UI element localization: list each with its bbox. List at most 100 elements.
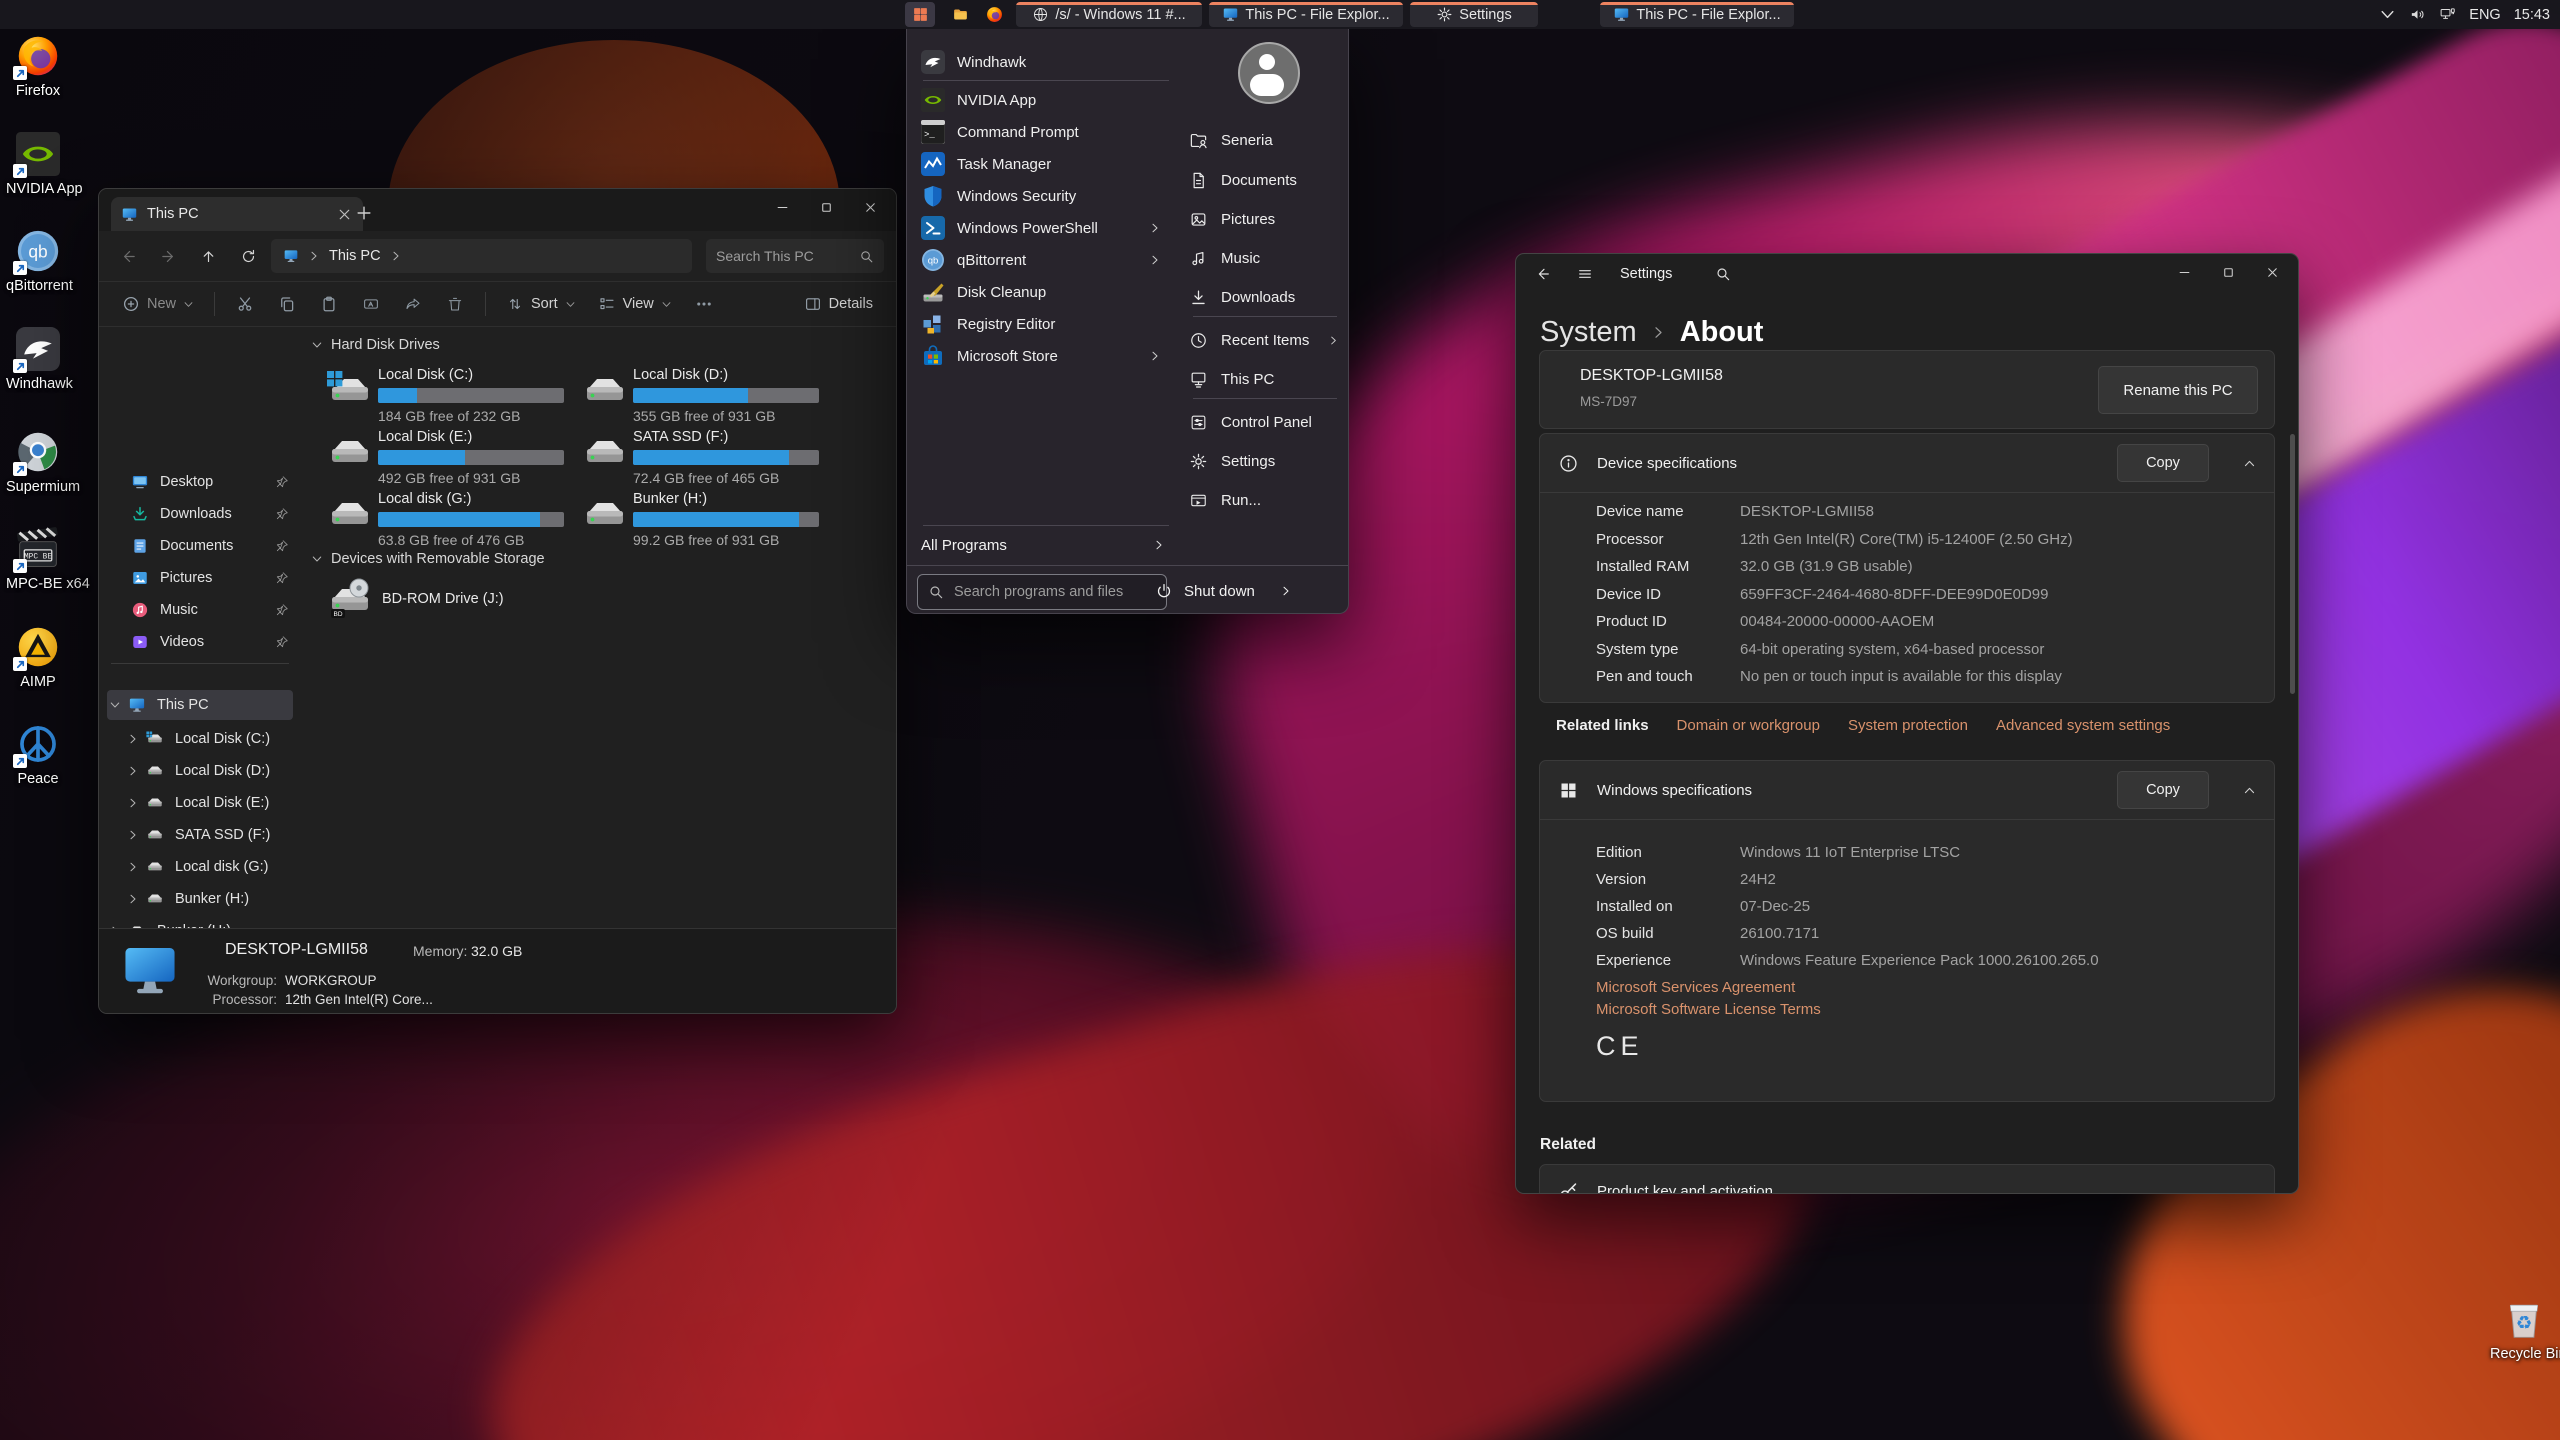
desktop-icon-recycle-bin[interactable]: ♻Recycle Bin: [2490, 1297, 2558, 1362]
cut-button[interactable]: [226, 287, 264, 321]
sidebar-item-local-disk-e-[interactable]: Local Disk (E:): [107, 788, 293, 818]
sidebar-item-videos[interactable]: Videos: [107, 627, 293, 657]
paste-button[interactable]: [310, 287, 348, 321]
sidebar-item-local-disk-c-[interactable]: Local Disk (C:): [107, 724, 293, 754]
start-item-settings[interactable]: Settings: [1189, 444, 1341, 478]
chevron-up-icon[interactable]: [2243, 784, 2256, 797]
menu-button[interactable]: [1568, 259, 1602, 289]
device-specifications-header[interactable]: Device specifications Copy: [1540, 434, 2274, 492]
link-domain-workgroup[interactable]: Domain or workgroup: [1677, 717, 1820, 734]
new-tab-icon[interactable]: [354, 203, 374, 223]
taskbar-firefox[interactable]: [979, 2, 1009, 27]
section-removable-storage[interactable]: Devices with Removable Storage: [311, 551, 545, 567]
scrollbar[interactable]: [2290, 434, 2295, 694]
desktop-icon-windhawk[interactable]: Windhawk: [6, 327, 70, 392]
close-button[interactable]: [2250, 256, 2294, 288]
network-tray-icon[interactable]: [2439, 6, 2456, 23]
copy-button[interactable]: [268, 287, 306, 321]
desktop-icon-qbittorrent[interactable]: qbqBittorrent: [6, 229, 70, 294]
start-item-downloads[interactable]: Downloads: [1189, 280, 1341, 314]
drive-item-local-disk-g-[interactable]: Local disk (G:)63.8 GB free of 476 GB: [326, 491, 576, 547]
breadcrumb[interactable]: This PC: [329, 248, 381, 264]
start-item-command-prompt[interactable]: >_Command Prompt: [921, 116, 1171, 148]
sort-button[interactable]: Sort: [497, 287, 585, 321]
start-item-task-manager[interactable]: Task Manager: [921, 148, 1171, 180]
product-key-card[interactable]: Product key and activation: [1539, 1164, 2275, 1194]
address-bar[interactable]: This PC: [271, 239, 692, 273]
forward-button[interactable]: [151, 241, 185, 271]
desktop-icon-peace[interactable]: Peace: [6, 722, 70, 787]
drive-item-sata-ssd-f-[interactable]: SATA SSD (F:)72.4 GB free of 465 GB: [581, 429, 831, 485]
sidebar-item-this-pc[interactable]: This PC: [107, 690, 293, 720]
start-item-microsoft-store[interactable]: Microsoft Store: [921, 340, 1171, 372]
drive-item-local-disk-d-[interactable]: Local Disk (D:)355 GB free of 931 GB: [581, 367, 831, 423]
maximize-button[interactable]: [2206, 256, 2250, 288]
minimize-button[interactable]: [2162, 256, 2206, 288]
start-item-qbittorrent[interactable]: qbqBittorrent: [921, 244, 1171, 276]
language-indicator[interactable]: ENG: [2469, 7, 2500, 23]
clock[interactable]: 15:43: [2514, 7, 2550, 23]
link-system-protection[interactable]: System protection: [1848, 717, 1968, 734]
all-programs-button[interactable]: All Programs: [921, 529, 1171, 561]
start-item-this-pc[interactable]: This PC: [1189, 362, 1341, 396]
start-item-user-seneria[interactable]: Seneria: [1189, 123, 1341, 157]
link-license-terms[interactable]: Microsoft Software License Terms: [1596, 996, 2254, 1023]
sidebar-item-sata-ssd-f-[interactable]: SATA SSD (F:): [107, 820, 293, 850]
drive-item-bunker-h-[interactable]: Bunker (H:)99.2 GB free of 931 GB: [581, 491, 831, 547]
start-item-control-panel[interactable]: Control Panel: [1189, 405, 1341, 439]
more-options-button[interactable]: [685, 287, 723, 321]
desktop-icon-supermium[interactable]: Supermium: [6, 430, 70, 495]
refresh-button[interactable]: [231, 241, 265, 271]
drive-item-local-disk-e-[interactable]: Local Disk (E:)492 GB free of 931 GB: [326, 429, 576, 485]
taskbar-task-3[interactable]: This PC - File Explor...: [1600, 2, 1794, 27]
start-search-input[interactable]: Search programs and files: [917, 574, 1167, 610]
sidebar-item-desktop[interactable]: Desktop: [107, 467, 293, 497]
close-button[interactable]: [848, 191, 892, 223]
start-item-music[interactable]: Music: [1189, 241, 1341, 275]
sidebar-item-local-disk-g-[interactable]: Local disk (G:): [107, 852, 293, 882]
taskbar-file-explorer[interactable]: [942, 2, 972, 27]
chevron-down-icon[interactable]: [2379, 6, 2396, 23]
rename-button[interactable]: [352, 287, 390, 321]
sidebar-item-downloads[interactable]: Downloads: [107, 499, 293, 529]
rename-pc-button[interactable]: Rename this PC: [2098, 366, 2258, 414]
link-advanced-system-settings[interactable]: Advanced system settings: [1996, 717, 2170, 734]
sidebar-item-local-disk-d-[interactable]: Local Disk (D:): [107, 756, 293, 786]
start-item-registry-editor[interactable]: Registry Editor: [921, 308, 1171, 340]
taskbar-task-2[interactable]: Settings: [1410, 2, 1538, 27]
drive-item-bd-rom[interactable]: BDBD-ROM Drive (J:): [326, 577, 504, 621]
drive-item-local-disk-c-[interactable]: Local Disk (C:)184 GB free of 232 GB: [326, 367, 576, 423]
start-item-windows-security[interactable]: Windows Security: [921, 180, 1171, 212]
windows-specifications-header[interactable]: Windows specifications Copy: [1540, 761, 2274, 819]
desktop-icon-firefox[interactable]: Firefox: [6, 34, 70, 99]
desktop-icon-aimp[interactable]: AIMP: [6, 625, 70, 690]
copy-button[interactable]: Copy: [2117, 444, 2209, 482]
back-button[interactable]: [1526, 259, 1560, 289]
start-item-windows-powershell[interactable]: Windows PowerShell: [921, 212, 1171, 244]
start-item-nvidia-app[interactable]: NVIDIA App: [921, 84, 1171, 116]
desktop-icon-mpc-be-x64[interactable]: MPC BEMPC-BE x64: [6, 527, 70, 592]
desktop-icon-nvidia-app[interactable]: NVIDIA App: [6, 132, 70, 197]
maximize-button[interactable]: [804, 191, 848, 223]
delete-button[interactable]: [436, 287, 474, 321]
sidebar-item-documents[interactable]: Documents: [107, 531, 293, 561]
start-item-windhawk[interactable]: Windhawk: [921, 46, 1171, 78]
start-item-recent-items[interactable]: Recent Items: [1189, 323, 1341, 357]
back-button[interactable]: [111, 241, 145, 271]
share-button[interactable]: [394, 287, 432, 321]
start-item-pictures[interactable]: Pictures: [1189, 202, 1341, 236]
avatar[interactable]: [1238, 42, 1300, 104]
search-input[interactable]: Search This PC: [706, 239, 884, 273]
speaker-icon[interactable]: [2409, 6, 2426, 23]
sidebar-item-pictures[interactable]: Pictures: [107, 563, 293, 593]
copy-button[interactable]: Copy: [2117, 771, 2209, 809]
taskbar-task-0[interactable]: /s/ - Windows 11 #...: [1016, 2, 1202, 27]
view-button[interactable]: View: [589, 287, 681, 321]
start-item-disk-cleanup[interactable]: Disk Cleanup: [921, 276, 1171, 308]
sidebar-item-music[interactable]: Music: [107, 595, 293, 625]
start-button[interactable]: [905, 2, 935, 27]
start-item-run-[interactable]: Run...: [1189, 483, 1341, 517]
shut-down-button[interactable]: Shut down: [1155, 574, 1292, 608]
explorer-tab[interactable]: This PC: [111, 197, 363, 231]
search-button[interactable]: [1706, 259, 1740, 289]
